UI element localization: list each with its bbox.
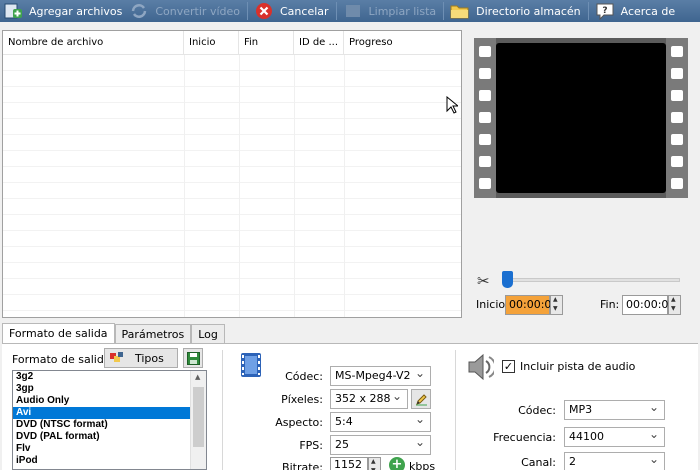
edit-pixels-button[interactable] [411,389,431,409]
audio-codec-select[interactable]: MP3 [564,398,665,420]
format-item[interactable]: iPod [13,455,191,467]
frequency-select[interactable]: 44100 [564,425,665,447]
audio-codec-label: Códec: [518,404,556,417]
bitrate-label: Bitrate: [282,461,323,470]
mouse-cursor-icon [446,96,458,114]
scrollbar-thumb[interactable] [193,387,204,447]
film-strip-right [666,38,688,198]
pencil-icon [415,393,427,405]
types-icon [110,352,123,362]
add-files-icon [2,1,24,21]
include-audio-checkbox[interactable]: ✓ [502,360,515,373]
format-item[interactable]: 3gp [13,383,191,395]
bitrate-spinner[interactable] [368,457,381,470]
add-bitrate-icon[interactable]: + [389,457,405,470]
format-item[interactable]: Audio Only [13,395,191,407]
add-files-label: Agregar archivos [29,4,123,18]
video-film-icon [241,353,261,377]
column-filename[interactable]: Nombre de archivo [3,31,184,55]
start-time-label: Inicio: [476,298,509,311]
channel-label: Canal: [521,456,556,469]
cancel-button[interactable]: Cancelar [251,0,333,22]
svg-text:?: ? [602,6,607,16]
format-list[interactable]: 3g2 3gp Audio Only Avi DVD (NTSC format)… [12,370,207,470]
toolbar-separator [587,2,589,20]
end-time-label: Fin: [600,298,620,311]
pixels-label: Píxeles: [281,393,323,406]
column-start[interactable]: Inicio [184,31,239,55]
clear-icon [342,1,364,21]
section-divider [455,350,456,470]
film-strip-left [474,38,496,198]
section-divider [222,350,223,470]
bitrate-input[interactable]: 1152 [330,457,368,470]
file-list-body[interactable] [3,55,461,317]
convert-icon [128,1,150,21]
save-preset-button[interactable] [183,348,203,368]
frequency-label: Frecuencia: [493,431,556,444]
output-folder-label: Directorio almacén [476,4,581,18]
cancel-icon [253,1,275,21]
toolbar-separator [443,2,445,20]
bitrate-unit: kbps [409,460,436,470]
format-item[interactable]: Flv [13,443,191,455]
output-format-label: Formato de salida: [12,353,115,366]
video-codec-select[interactable]: MS-Mpeg4-V2 [330,364,431,386]
video-preview [474,38,688,198]
settings-tabs: Formato de salida Parámetros Log [2,323,225,344]
convert-video-label: Convertir vídeo [155,4,240,18]
channel-select[interactable]: 2 [564,450,665,470]
types-button-label: Tipos [135,351,164,365]
end-time-spinner[interactable] [668,295,681,315]
toolbar-separator [335,2,337,20]
format-item[interactable]: DVD (NTSC format) [13,419,191,431]
fps-label: FPS: [299,439,323,452]
fps-select[interactable]: 25 [330,433,431,455]
trim-slider-thumb[interactable] [502,271,513,288]
tab-log[interactable]: Log [191,324,225,344]
format-item[interactable]: 3g2 [13,371,191,383]
add-files-button[interactable]: Agregar archivos [0,0,126,22]
column-progress[interactable]: Progreso [344,31,461,55]
video-codec-label: Códec: [285,370,323,383]
include-audio-label: Incluir pista de audio [520,360,636,373]
format-item[interactable]: DVD (PAL format) [13,431,191,443]
save-icon [186,351,200,365]
toolbar: Agregar archivos Convertir vídeo Cancela… [0,0,700,22]
trim-slider-track[interactable] [502,278,680,282]
end-time-input[interactable]: 00:00:00 [622,295,675,315]
tab-output-format[interactable]: Formato de salida [2,323,115,344]
column-end[interactable]: Fin [239,31,294,55]
preview-screen [496,43,666,193]
about-label: Acerca de [620,4,676,18]
convert-video-button[interactable]: Convertir vídeo [126,0,244,22]
clear-list-label: Limpiar lista [368,4,437,18]
cancel-label: Cancelar [280,4,329,18]
start-time-input[interactable]: 00:00:00 [505,295,558,315]
column-id[interactable]: ID de ... [294,31,344,55]
aspect-label: Aspecto: [275,416,323,429]
format-list-scrollbar[interactable]: ▲ [190,371,206,469]
about-button[interactable]: ? Acerca de [592,0,679,22]
speaker-icon [468,353,494,381]
file-list-header: Nombre de archivo Inicio Fin ID de ... P… [3,31,461,55]
scissors-icon[interactable]: ✂ [477,272,490,290]
aspect-select[interactable]: 5:4 [330,410,431,432]
clear-list-button[interactable]: Limpiar lista [340,0,441,22]
types-button[interactable]: Tipos [104,348,178,368]
start-time-spinner[interactable] [550,295,563,315]
pixels-select[interactable]: 352 x 288 [330,387,408,409]
help-icon: ? [594,1,616,21]
toolbar-separator [247,2,248,20]
output-folder-button[interactable]: Directorio almacén [447,0,585,22]
format-item-selected[interactable]: Avi [13,407,191,419]
folder-icon [449,1,471,21]
scroll-up-icon[interactable]: ▲ [195,373,200,381]
tab-parameters[interactable]: Parámetros [114,324,192,344]
file-list[interactable]: Nombre de archivo Inicio Fin ID de ... P… [2,30,462,318]
